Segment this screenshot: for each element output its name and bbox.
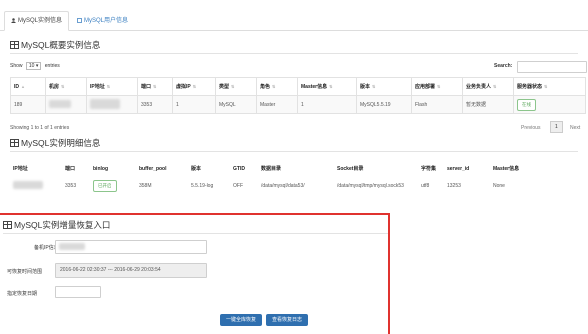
col-master-info: Master信息 [493,166,520,172]
cell-status: 在线 [513,95,586,114]
col-buffer-pool: buffer_pool [139,165,167,172]
col-vip[interactable]: 虚拟IP ⇅ [172,77,216,96]
table-info: Showing 1 to 1 of 1 entries [10,125,70,131]
view-log-button[interactable]: 查看恢复日志 [266,314,308,326]
binlog-badge: 已开启 [93,179,117,192]
divider [10,151,578,152]
restore-range-value: 2016-06-22 02:30:37 --- 2016-06-29 20:03… [60,267,161,273]
cell-id[interactable]: 189 [10,95,46,114]
show-label: Show [10,63,23,69]
col-version: 版本 [191,166,202,172]
search-label: Search: [494,63,513,69]
entries-label: entries [44,63,60,69]
cell-charset: utf8 [421,182,430,189]
table-header-row: IP地址 端口 binlog buffer_pool 版本 GTID 数据目录 … [10,160,586,177]
col-owner[interactable]: 业务负责人 ⇅ [462,77,514,96]
cell-deploy: Flash [411,95,463,114]
overview-section-title: MySQL概要实例信息 [10,39,100,51]
cell-master-info: None [493,182,505,189]
pagination-previous[interactable]: Previous [521,125,540,131]
table-icon [3,221,12,229]
table-row: 3353 已开启 358M 5.5.19-log OFF /data/mysql… [10,177,586,194]
user-icon [77,13,82,23]
detail-table: IP地址 端口 binlog buffer_pool 版本 GTID 数据目录 … [10,160,586,194]
tab-instance-info-label: MySQL实例信息 [18,18,63,24]
col-room[interactable]: 机房 ⇅ [45,77,87,96]
full-restore-button[interactable]: 一键全库恢复 [220,314,262,326]
restore-title-text: MySQL实例增量恢复入口 [14,220,111,230]
cell-gtid: OFF [233,182,243,189]
backup-ip-field[interactable] [55,240,207,254]
cell-port: 3353 [65,182,77,189]
pagination-next[interactable]: Next [570,125,580,131]
cell-version: 5.5.19-log [191,182,214,189]
col-socket: Socket目录 [337,166,364,172]
table-icon [10,139,19,147]
col-datadir: 数据目录 [261,166,282,172]
cell-socket: /data/mysql/tmp/mysql.sock53 [337,182,404,189]
restore-range-label: 可恢复时间范围 [7,269,43,275]
cell-master-info: 1 [297,95,357,114]
table-row: 189 3353 1 MySQL Master 1 MySQL5.5.19 Fl… [10,95,586,114]
overview-title-text: MySQL概要实例信息 [21,40,101,50]
col-ip: IP地址 [13,166,28,172]
col-status[interactable]: 服务器状态 ⇅ [513,77,586,96]
status-badge[interactable]: 在线 [517,98,536,111]
cell-ip [10,177,62,194]
col-binlog: binlog [93,165,108,172]
cell-binlog: 已开启 [90,177,136,194]
col-role[interactable]: 角色 ⇅ [256,77,298,96]
pagination-current[interactable]: 1 [550,121,563,133]
tab-user-info-label: MySQL用户信息 [84,18,129,24]
table-icon [10,41,19,49]
overview-table: ID ▲ 机房 ⇅ IP地址 ⇅ 端口 ⇅ 虚拟IP ⇅ 类型 ⇅ 角色 ⇅ Master信息… [10,77,586,114]
cell-room [45,95,87,114]
restore-date-label: 指定恢复日期 [7,291,38,297]
col-id[interactable]: ID ▲ [10,77,46,96]
tab-bar: MySQL实例信息 MySQL用户信息 [0,8,588,31]
restore-date-input[interactable] [55,286,101,298]
redacted-ip [90,98,120,109]
divider [3,233,388,234]
cell-ip [86,95,138,114]
entries-select-value: 10 [28,63,35,69]
cell-server-id: 13253 [447,182,461,189]
tab-user-info[interactable]: MySQL用户信息 [70,11,135,31]
detail-section-title: MySQL实例明细信息 [10,137,100,149]
col-deploy[interactable]: 应用部署 ⇅ [411,77,463,96]
col-charset: 字符集 [421,166,437,172]
detail-title-text: MySQL实例明细信息 [21,138,101,148]
col-port: 端口 [65,166,76,172]
col-gtid: GTID [233,165,245,172]
table-header-row: ID ▲ 机房 ⇅ IP地址 ⇅ 端口 ⇅ 虚拟IP ⇅ 类型 ⇅ 角色 ⇅ Master信息… [10,77,586,96]
entries-select[interactable]: 10 ▾ [25,62,42,70]
col-ip[interactable]: IP地址 ⇅ [86,77,138,96]
col-server-id: server_id [447,165,470,172]
col-master-info[interactable]: Master信息 ⇅ [297,77,357,96]
restore-range-field: 2016-06-22 02:30:37 --- 2016-06-29 20:03… [55,263,207,278]
col-version[interactable]: 版本 ⇅ [356,77,412,96]
redacted-ip [13,180,43,189]
restore-section-title: MySQL实例增量恢复入口 [3,219,110,231]
cell-type: MySQL [215,95,257,114]
show-entries: Show 10 ▾ entries [10,62,60,70]
col-port[interactable]: 端口 ⇅ [137,77,173,96]
col-type[interactable]: 类型 ⇅ [215,77,257,96]
cell-role[interactable]: Master [256,95,298,114]
cell-vip: 1 [172,95,216,114]
cell-datadir: /data/mysql/data53/ [261,182,305,189]
cell-owner: 暂无数据 [462,95,514,114]
tab-instance-info[interactable]: MySQL实例信息 [4,11,70,31]
cell-version: MySQL5.5.19 [356,95,412,114]
cell-port[interactable]: 3353 [137,95,173,114]
cell-buffer-pool: 358M [139,182,152,189]
redacted-room [49,99,71,108]
divider [10,53,578,54]
search-input[interactable] [517,61,587,73]
redacted-backup-ip [59,243,85,250]
user-icon [11,13,16,23]
